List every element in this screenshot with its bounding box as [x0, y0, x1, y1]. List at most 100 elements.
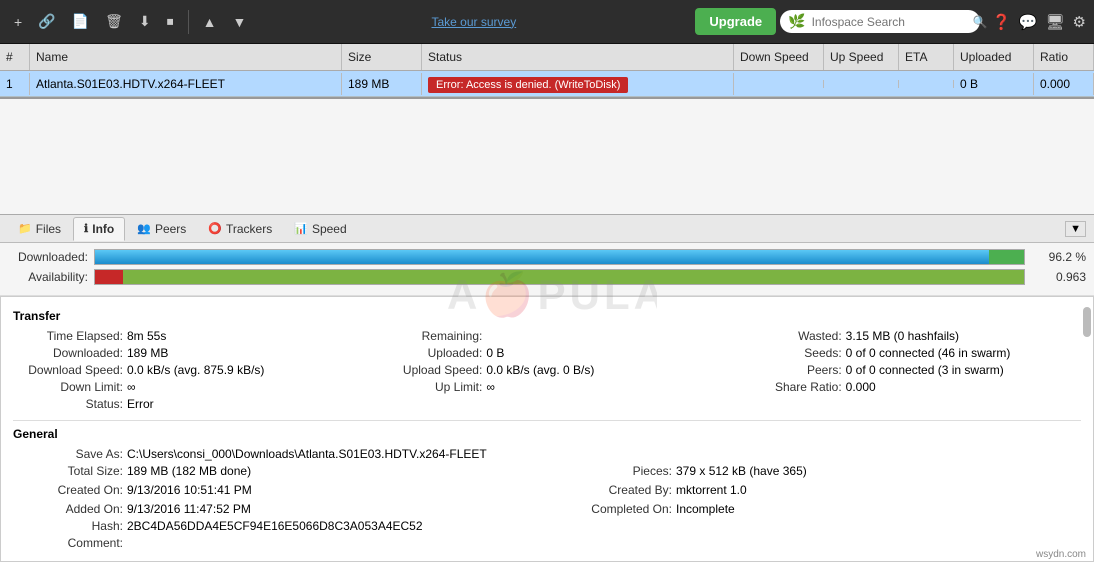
info-divider [13, 420, 1081, 421]
download-speed-val: 0.0 kB/s (avg. 875.9 kB/s) [127, 363, 362, 377]
seeds-key: Seeds: [732, 346, 842, 360]
col-eta[interactable]: ETA [899, 44, 954, 70]
delete-button[interactable]: 🗑 [99, 9, 129, 34]
hash-val: 2BC4DA56DDA4E5CF94E16E5066D8C3A053A4EC52 [127, 519, 1081, 533]
share-ratio-key: Share Ratio: [732, 380, 842, 394]
tab-files[interactable]: 📁 Files [8, 218, 71, 240]
monitor-icon[interactable]: 🖥 [1046, 13, 1065, 31]
table-row[interactable]: 1 Atlanta.S01E03.HDTV.x264-FLEET 189 MB … [0, 71, 1094, 97]
transfer-col-1: Time Elapsed: 8m 55s Downloaded: 189 MB … [13, 329, 362, 414]
pieces-key: Pieces: [562, 464, 672, 478]
search-provider-icon: 🌿 [788, 13, 805, 30]
add-button[interactable]: + [8, 10, 28, 34]
down-limit-key: Down Limit: [13, 380, 123, 394]
added-on-val: 9/13/2016 11:47:52 PM [127, 502, 532, 516]
availability-value: 0.963 [1031, 270, 1086, 284]
pieces-val: 379 x 512 kB (have 365) [676, 464, 1081, 478]
total-size-val: 189 MB (182 MB done) [127, 464, 532, 478]
cell-up-speed [824, 80, 899, 88]
transfer-col-2: Remaining: Uploaded: 0 B Upload Speed: 0… [372, 329, 721, 414]
tab-peers[interactable]: 👥 Peers [127, 218, 196, 240]
tab-speed[interactable]: 📊 Speed [284, 218, 356, 240]
downloaded-progress-row: Downloaded: 96.2 % [8, 249, 1086, 265]
download-button[interactable]: ⬇ [133, 9, 157, 34]
col-down-speed[interactable]: Down Speed [734, 44, 824, 70]
col-num: # [0, 44, 30, 70]
uploaded-val: 0 B [486, 346, 721, 360]
toolbar-divider-1 [188, 10, 189, 34]
wasted-row: Wasted: 3.15 MB (0 hashfails) [732, 329, 1081, 343]
remaining-key: Remaining: [372, 329, 482, 343]
link-button[interactable]: 🔗 [32, 9, 61, 34]
tab-info[interactable]: ℹ Info [73, 217, 125, 241]
error-badge: Error: Access is denied. (WriteToDisk) [428, 77, 628, 93]
chat-icon[interactable]: 💬 [1019, 13, 1038, 31]
up-limit-row: Up Limit: ∞ [372, 380, 721, 394]
created-by-row: Created By: mktorrent 1.0 [562, 483, 1081, 497]
comment-val [127, 536, 1081, 550]
created-on-key: Created On: [13, 483, 123, 497]
col-up-speed[interactable]: Up Speed [824, 44, 899, 70]
cell-eta [899, 80, 954, 88]
comment-key: Comment: [13, 536, 123, 550]
tab-trackers[interactable]: ⭕ Trackers [198, 218, 282, 240]
file-button[interactable]: 📄 [66, 9, 95, 34]
tab-expand-button[interactable]: ▼ [1065, 221, 1086, 237]
remaining-row: Remaining: [372, 329, 721, 343]
transfer-col-3: Wasted: 3.15 MB (0 hashfails) Seeds: 0 o… [732, 329, 1081, 414]
created-on-val: 9/13/2016 10:51:41 PM [127, 483, 532, 497]
uploaded-key: Uploaded: [372, 346, 482, 360]
share-ratio-val: 0.000 [846, 380, 1081, 394]
pause-button[interactable]: ⏹ [161, 9, 180, 34]
torrent-empty-area[interactable] [0, 99, 1094, 214]
survey-link[interactable]: Take our survey [256, 15, 691, 29]
toolbar-right-icons: ❓ 💬 🖥 ⚙ [992, 13, 1086, 31]
cell-size: 189 MB [342, 73, 422, 95]
bottom-panel: 📁 Files ℹ Info 👥 Peers ⭕ Trackers 📊 Spee… [0, 214, 1094, 562]
cell-uploaded: 0 B [954, 73, 1034, 95]
down-button[interactable]: ▼ [226, 10, 252, 34]
downloaded-label: Downloaded: [8, 250, 88, 264]
downloaded-remaining [989, 250, 1024, 264]
pieces-row: Pieces: 379 x 512 kB (have 365) [562, 464, 1081, 478]
completed-on-key: Completed On: [562, 502, 672, 516]
help-icon[interactable]: ❓ [992, 13, 1011, 31]
downloaded-value: 96.2 % [1031, 250, 1086, 264]
remaining-val [486, 329, 721, 343]
search-icon[interactable]: 🔍 [973, 15, 988, 29]
trackers-icon: ⭕ [208, 222, 222, 235]
col-ratio[interactable]: Ratio [1034, 44, 1094, 70]
cell-down-speed [734, 80, 824, 88]
scroll-handle[interactable] [1083, 307, 1091, 337]
time-elapsed-key: Time Elapsed: [13, 329, 123, 343]
info-icon: ℹ [84, 222, 88, 235]
search-input[interactable] [812, 15, 967, 29]
col-size[interactable]: Size [342, 44, 422, 70]
download-speed-key: Download Speed: [13, 363, 123, 377]
general-section: Save As: C:\Users\consi_000\Downloads\At… [13, 447, 1081, 550]
cell-ratio: 0.000 [1034, 73, 1094, 95]
wasted-key: Wasted: [732, 329, 842, 343]
seeds-val: 0 of 0 connected (46 in swarm) [846, 346, 1081, 360]
created-on-row: Created On: 9/13/2016 10:51:41 PM [13, 483, 532, 497]
up-button[interactable]: ▲ [197, 10, 223, 34]
speed-icon: 📊 [294, 222, 308, 235]
avail-green-fill [123, 270, 1024, 284]
uploaded-row: Uploaded: 0 B [372, 346, 721, 360]
upgrade-button[interactable]: Upgrade [695, 8, 776, 35]
hash-row: Hash: 2BC4DA56DDA4E5CF94E16E5066D8C3A053… [13, 519, 1081, 533]
bottom-watermark: wsydn.com [1036, 549, 1086, 560]
main-content: # Name Size Status Down Speed Up Speed E… [0, 44, 1094, 562]
cell-name: Atlanta.S01E03.HDTV.x264-FLEET [30, 73, 342, 95]
info-panel: Transfer Time Elapsed: 8m 55s Downloaded… [0, 296, 1094, 562]
settings-icon[interactable]: ⚙ [1073, 13, 1086, 31]
availability-label: Availability: [8, 270, 88, 284]
save-as-key: Save As: [13, 447, 123, 461]
col-name[interactable]: Name [30, 44, 342, 70]
col-uploaded[interactable]: Uploaded [954, 44, 1034, 70]
transfer-grid: Time Elapsed: 8m 55s Downloaded: 189 MB … [13, 329, 1081, 414]
wasted-val: 3.15 MB (0 hashfails) [846, 329, 1081, 343]
col-status[interactable]: Status [422, 44, 734, 70]
toolbar: + 🔗 📄 🗑 ⬇ ⏹ ▲ ▼ Take our survey Upgrade … [0, 0, 1094, 44]
created-by-key: Created By: [562, 483, 672, 497]
